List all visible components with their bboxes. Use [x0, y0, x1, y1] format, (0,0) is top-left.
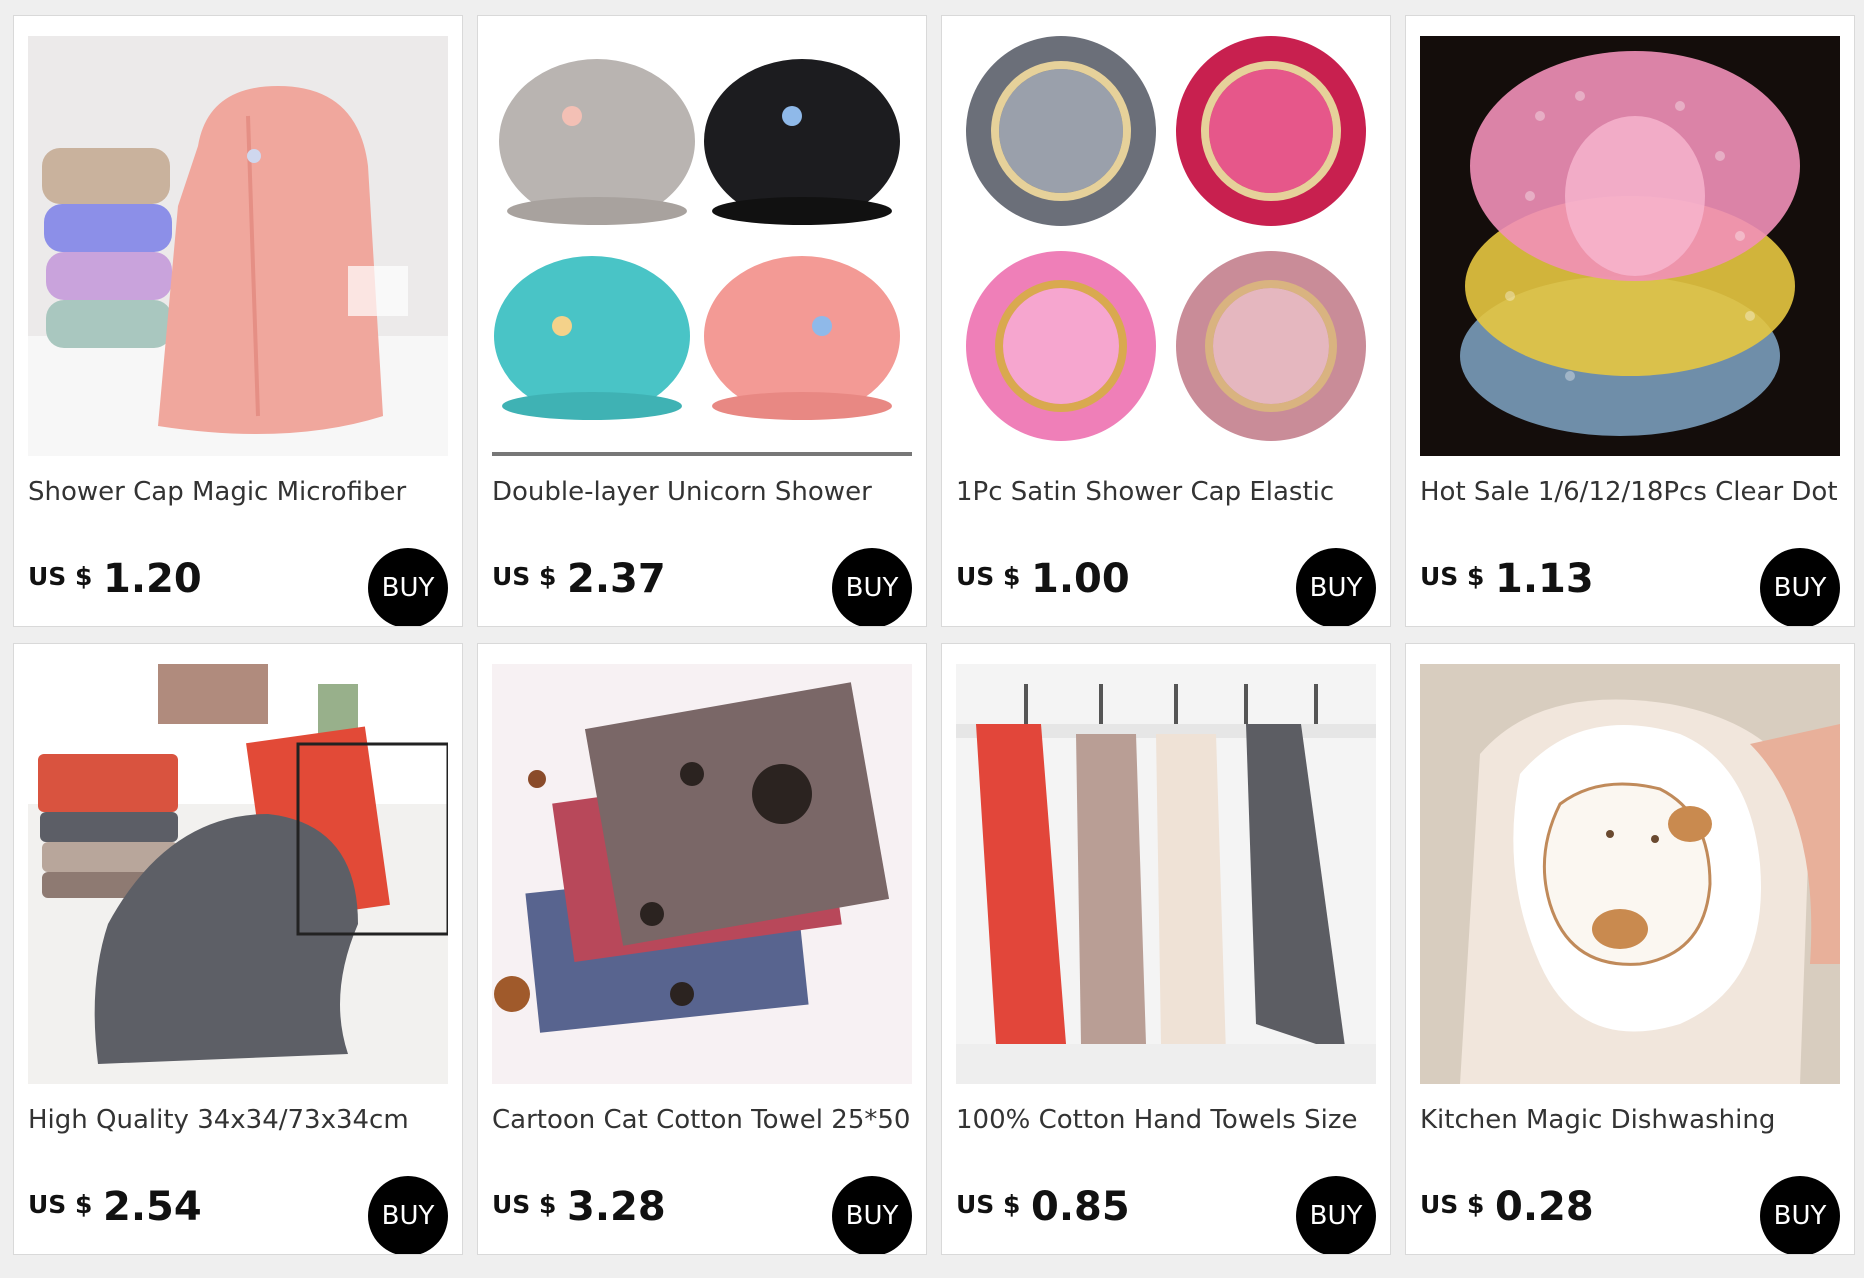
product-title[interactable]: Cartoon Cat Cotton Towel 25*50 Children'…	[492, 1102, 914, 1138]
product-image[interactable]	[956, 36, 1376, 456]
product-title[interactable]: 100% Cotton Hand Towels Size about 34x34…	[956, 1102, 1378, 1138]
product-price: 0.85	[1031, 1184, 1130, 1230]
product-card[interactable]: Shower Cap Magic Microfiber Hair Quick D…	[13, 15, 463, 627]
product-price: 2.37	[567, 556, 666, 602]
buy-button[interactable]: BUY	[1296, 548, 1376, 626]
product-card[interactable]: Double-layer Unicorn Shower Cap Waterpro…	[477, 15, 927, 627]
price-row: US $ 2.54 BUY	[28, 1176, 450, 1254]
product-title[interactable]: Kitchen Magic Dishwashing Sponge Compres…	[1420, 1102, 1842, 1138]
buy-button[interactable]: BUY	[1296, 1176, 1376, 1254]
product-price: 0.28	[1495, 1184, 1594, 1230]
product-price: 1.20	[103, 556, 202, 602]
product-price: 1.00	[1031, 556, 1130, 602]
product-price: 1.13	[1495, 556, 1594, 602]
product-card[interactable]: Cartoon Cat Cotton Towel 25*50 Children'…	[477, 643, 927, 1255]
price-row: US $ 1.00 BUY	[956, 548, 1378, 626]
price-row: US $ 2.37 BUY	[492, 548, 914, 626]
product-title[interactable]: High Quality 34x34/73x34cm Cotton Hand T…	[28, 1102, 450, 1138]
currency-label: US $	[1420, 1190, 1485, 1219]
price-row: US $ 0.28 BUY	[1420, 1176, 1842, 1254]
price-row: US $ 1.20 BUY	[28, 548, 450, 626]
product-price: 3.28	[567, 1184, 666, 1230]
buy-button[interactable]: BUY	[1760, 1176, 1840, 1254]
currency-label: US $	[28, 1190, 93, 1219]
product-price: 2.54	[103, 1184, 202, 1230]
product-card[interactable]: 1Pc Satin Shower Cap Elastic Bath Hat Re…	[941, 15, 1391, 627]
buy-button[interactable]: BUY	[832, 548, 912, 626]
product-title[interactable]: Double-layer Unicorn Shower Cap Waterpro…	[492, 474, 914, 510]
currency-label: US $	[956, 562, 1021, 591]
product-image[interactable]	[1420, 664, 1840, 1084]
product-card[interactable]: Hot Sale 1/6/12/18Pcs Clear Dot Disposab…	[1405, 15, 1855, 627]
product-title[interactable]: Hot Sale 1/6/12/18Pcs Clear Dot Disposab…	[1420, 474, 1842, 510]
currency-label: US $	[492, 1190, 557, 1219]
product-image[interactable]	[1420, 36, 1840, 456]
buy-button[interactable]: BUY	[1760, 548, 1840, 626]
product-image[interactable]	[492, 664, 912, 1084]
price-row: US $ 3.28 BUY	[492, 1176, 914, 1254]
product-title[interactable]: Shower Cap Magic Microfiber Hair Quick D…	[28, 474, 450, 510]
currency-label: US $	[1420, 562, 1485, 591]
product-card[interactable]: 100% Cotton Hand Towels Size about 34x34…	[941, 643, 1391, 1255]
product-grid: Shower Cap Magic Microfiber Hair Quick D…	[13, 15, 1855, 1255]
currency-label: US $	[956, 1190, 1021, 1219]
buy-button[interactable]: BUY	[368, 548, 448, 626]
product-image[interactable]	[492, 36, 912, 456]
product-title[interactable]: 1Pc Satin Shower Cap Elastic Bath Hat Re…	[956, 474, 1378, 510]
price-row: US $ 1.13 BUY	[1420, 548, 1842, 626]
buy-button[interactable]: BUY	[368, 1176, 448, 1254]
product-image[interactable]	[28, 36, 448, 456]
product-card[interactable]: High Quality 34x34/73x34cm Cotton Hand T…	[13, 643, 463, 1255]
buy-button[interactable]: BUY	[832, 1176, 912, 1254]
product-card[interactable]: Kitchen Magic Dishwashing Sponge Compres…	[1405, 643, 1855, 1255]
price-row: US $ 0.85 BUY	[956, 1176, 1378, 1254]
product-image[interactable]	[28, 664, 448, 1084]
currency-label: US $	[492, 562, 557, 591]
product-image[interactable]	[956, 664, 1376, 1084]
currency-label: US $	[28, 562, 93, 591]
